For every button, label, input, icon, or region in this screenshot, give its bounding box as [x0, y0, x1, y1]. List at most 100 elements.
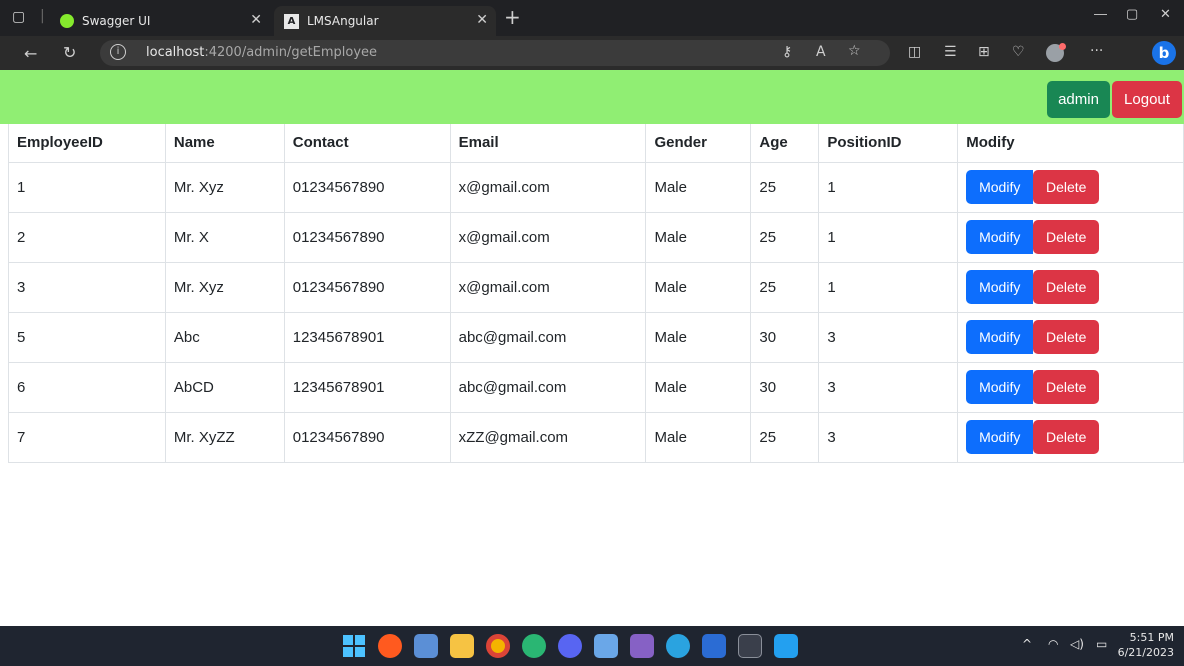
back-icon[interactable]: ← [24, 44, 37, 63]
cell-contact: 12345678901 [283, 361, 451, 413]
close-icon[interactable]: ✕ [476, 12, 488, 28]
info-icon[interactable]: i [110, 44, 126, 60]
url-field[interactable]: i localhost:4200/admin/getEmployee ⚷ A ☆ [100, 40, 890, 66]
cell-gender: Male [645, 261, 752, 313]
key-icon[interactable]: ⚷ [782, 44, 792, 60]
column-header: Modify [957, 124, 1184, 163]
cell-contact: 01234567890 [283, 261, 451, 313]
delete-button[interactable]: Delete [1033, 420, 1100, 454]
logout-button[interactable]: Logout [1112, 81, 1182, 118]
table-row: 1 Mr. Xyz 01234567890 x@gmail.com Male 2… [8, 161, 1184, 213]
cell-actions: Modify Delete [957, 261, 1184, 313]
table-row: 5 Abc 12345678901 abc@gmail.com Male 30 … [8, 311, 1184, 363]
cloud-app-icon[interactable] [378, 634, 402, 658]
angular-icon: A [284, 13, 299, 29]
vscode-icon[interactable] [774, 634, 798, 658]
cell-position: 3 [818, 361, 959, 413]
bing-icon[interactable]: b [1152, 41, 1176, 65]
tab-swagger-ui[interactable]: Swagger UI ✕ [52, 6, 270, 36]
delete-button[interactable]: Delete [1033, 320, 1100, 354]
word-icon[interactable] [702, 634, 726, 658]
taskbar: ^ ◠ ◁) ▭ 5:51 PM 6/21/2023 [0, 626, 1184, 666]
restore-icon[interactable]: ▢ [1126, 6, 1138, 22]
modify-button[interactable]: Modify [966, 370, 1034, 404]
cell-gender: Male [645, 211, 752, 263]
cell-position: 3 [818, 311, 959, 363]
url-path: :4200/admin/getEmployee [204, 45, 378, 60]
visual-studio-icon[interactable] [630, 634, 654, 658]
close-icon[interactable]: ✕ [250, 12, 262, 28]
url-text: localhost:4200/admin/getEmployee [146, 45, 377, 60]
photos-icon[interactable] [414, 634, 438, 658]
modify-button[interactable]: Modify [966, 270, 1034, 304]
tab-divider: | [40, 8, 45, 24]
windows-start-icon[interactable] [343, 635, 365, 657]
snipping-tool-icon[interactable] [594, 634, 618, 658]
volume-icon[interactable]: ◁) [1070, 637, 1084, 651]
delete-button[interactable]: Delete [1033, 220, 1100, 254]
terminal-icon[interactable] [738, 634, 762, 658]
collections-icon[interactable]: ⊞ [978, 44, 990, 60]
url-host: localhost [146, 45, 205, 60]
employee-table: EmployeeID Name Contact Email Gender Age… [8, 124, 1184, 463]
cell-name: Mr. Xyz [164, 161, 285, 213]
table-row: 7 Mr. XyZZ 01234567890 xZZ@gmail.com Mal… [8, 411, 1184, 463]
column-header: Contact [283, 124, 451, 163]
cell-position: 3 [818, 411, 959, 463]
cell-actions: Modify Delete [957, 411, 1184, 463]
minimize-icon[interactable]: — [1094, 6, 1107, 21]
favorite-icon[interactable]: ☆ [848, 43, 861, 59]
swagger-icon [60, 14, 74, 28]
chrome-icon[interactable] [486, 634, 510, 658]
table-header-row: EmployeeID Name Contact Email Gender Age… [8, 124, 1184, 163]
wifi-icon[interactable]: ◠ [1048, 637, 1058, 651]
clock-time: 5:51 PM [1129, 631, 1174, 644]
split-screen-icon[interactable]: ◫ [908, 44, 921, 60]
system-clock[interactable]: 5:51 PM 6/21/2023 [1118, 630, 1174, 660]
file-explorer-icon[interactable] [450, 634, 474, 658]
tab-actions-icon[interactable]: ▢ [12, 9, 25, 25]
tab-title: Swagger UI [82, 14, 151, 28]
telegram-icon[interactable] [666, 634, 690, 658]
more-icon[interactable]: ··· [1090, 43, 1103, 59]
cell-email: abc@gmail.com [449, 361, 647, 413]
cell-age: 30 [750, 361, 820, 413]
refresh-icon[interactable]: ↻ [63, 43, 76, 62]
close-window-icon[interactable]: ✕ [1160, 6, 1171, 22]
edge-icon[interactable] [522, 634, 546, 658]
modify-button[interactable]: Modify [966, 170, 1034, 204]
browser-tab-bar: ▢ | Swagger UI ✕ A LMSAngular ✕ + — ▢ ✕ [0, 0, 1184, 36]
cell-position: 1 [818, 211, 959, 263]
modify-button[interactable]: Modify [966, 320, 1034, 354]
cell-actions: Modify Delete [957, 161, 1184, 213]
cell-age: 25 [750, 261, 820, 313]
cell-email: xZZ@gmail.com [449, 411, 647, 463]
delete-button[interactable]: Delete [1033, 370, 1100, 404]
table-row: 2 Mr. X 01234567890 x@gmail.com Male 25 … [8, 211, 1184, 263]
tab-lmsangular[interactable]: A LMSAngular ✕ [274, 6, 496, 36]
table-row: 6 AbCD 12345678901 abc@gmail.com Male 30… [8, 361, 1184, 413]
modify-button[interactable]: Modify [966, 220, 1034, 254]
column-header: Email [449, 124, 647, 163]
cell-contact: 01234567890 [283, 411, 451, 463]
discord-icon[interactable] [558, 634, 582, 658]
favorites-icon[interactable]: ☰ [944, 44, 957, 60]
delete-button[interactable]: Delete [1033, 170, 1100, 204]
cell-id: 3 [8, 261, 166, 313]
address-bar: ← ↻ i localhost:4200/admin/getEmployee ⚷… [0, 36, 1184, 70]
battery-icon[interactable]: ▭ [1096, 637, 1107, 651]
app-navbar: admin Logout [0, 70, 1184, 124]
admin-button[interactable]: admin [1047, 81, 1110, 118]
cell-name: Abc [164, 311, 285, 363]
cell-email: x@gmail.com [449, 161, 647, 213]
tab-title: LMSAngular [307, 14, 379, 28]
read-aloud-icon[interactable]: A [816, 44, 826, 60]
new-tab-icon[interactable]: + [504, 5, 521, 29]
modify-button[interactable]: Modify [966, 420, 1034, 454]
cell-age: 25 [750, 411, 820, 463]
chevron-up-icon[interactable]: ^ [1022, 637, 1032, 651]
cell-email: abc@gmail.com [449, 311, 647, 363]
delete-button[interactable]: Delete [1033, 270, 1100, 304]
cell-name: Mr. XyZZ [164, 411, 285, 463]
health-icon[interactable]: ♡ [1012, 44, 1025, 60]
